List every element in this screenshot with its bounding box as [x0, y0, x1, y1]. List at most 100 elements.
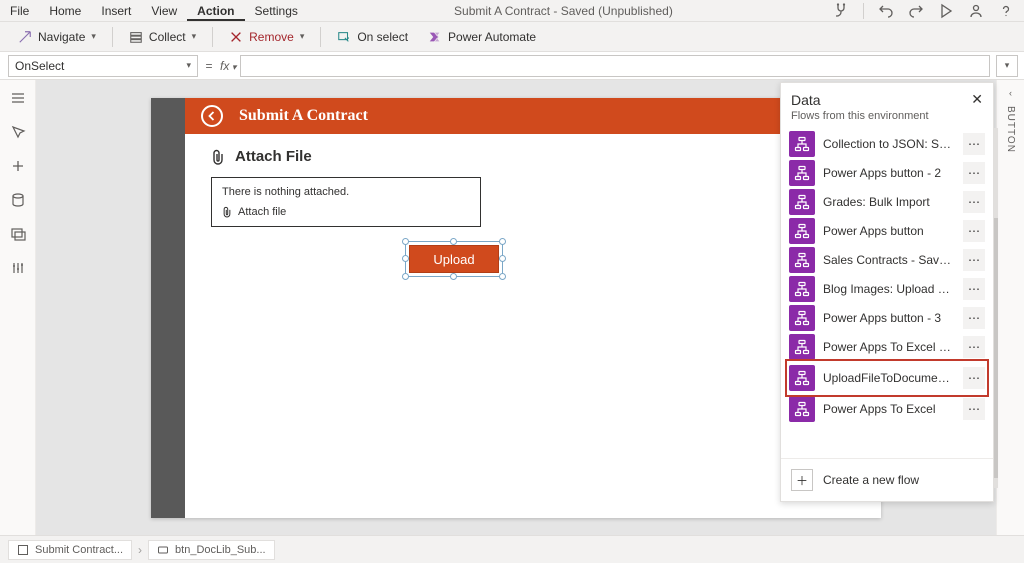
health-icon[interactable] [833, 3, 849, 19]
help-icon[interactable] [998, 3, 1014, 19]
flow-item[interactable]: Blog Images: Upload Ph... ⋯ [789, 276, 985, 302]
chevron-down-icon: ▾ [186, 60, 191, 71]
attach-file-label[interactable]: Attach file [238, 206, 286, 218]
upload-button-label: Upload [433, 252, 474, 267]
flow-more-button[interactable]: ⋯ [963, 249, 985, 271]
attachment-control[interactable]: There is nothing attached. Attach file [211, 177, 481, 227]
flow-icon [789, 131, 815, 157]
flow-icon [789, 334, 815, 360]
flow-item[interactable]: Grades: Bulk Import⋯ [789, 189, 985, 215]
upload-button[interactable]: Upload [409, 245, 499, 273]
menu-tab-file[interactable]: File [0, 1, 39, 21]
flow-item[interactable]: Power Apps button⋯ [789, 218, 985, 244]
separator [212, 27, 213, 47]
flow-icon [789, 305, 815, 331]
screen-breadcrumb[interactable]: Submit Contract... [8, 540, 132, 560]
flow-label: Sales Contracts - Save A ... [823, 253, 955, 267]
chevron-left-icon[interactable]: ‹ [1009, 88, 1012, 98]
flow-item[interactable]: Power Apps button - 3 ⋯ [789, 305, 985, 331]
flow-more-button[interactable]: ⋯ [963, 278, 985, 300]
create-flow-button[interactable]: ＋ Create a new flow [781, 458, 993, 501]
flow-label: Collection to JSON: Send... [823, 137, 955, 151]
close-icon[interactable]: ✕ [971, 91, 983, 108]
breadcrumb-separator: › [138, 543, 142, 557]
flow-item[interactable]: Power Apps To Excel ⋯ [789, 396, 985, 422]
flow-label: UploadFileToDocumentLi... [823, 371, 955, 385]
flow-label: Power Apps button - 3 [823, 311, 955, 325]
menu-tab-action[interactable]: Action [187, 1, 244, 21]
navigate-button[interactable]: Navigate▾ [10, 27, 104, 47]
flow-more-button[interactable]: ⋯ [963, 191, 985, 213]
tree-view-icon[interactable] [10, 90, 26, 106]
flow-list: Collection to JSON: Send...⋯Power Apps b… [781, 128, 993, 458]
property-name: OnSelect [15, 59, 64, 73]
app-canvas[interactable]: Submit A Contract Attach File There is n… [151, 98, 881, 518]
attachment-icon [211, 149, 225, 165]
flow-item[interactable]: Sales Contracts - Save A ... ⋯ [789, 247, 985, 273]
bottom-bar: Submit Contract... › btn_DocLib_Sub... [0, 535, 1024, 563]
onselect-label: On select [357, 30, 408, 44]
flow-more-button[interactable]: ⋯ [963, 220, 985, 242]
media-icon[interactable] [10, 226, 26, 242]
control-breadcrumb[interactable]: btn_DocLib_Sub... [148, 540, 275, 560]
plus-icon: ＋ [791, 469, 813, 491]
flow-label: Power Apps To Excel [823, 402, 955, 416]
attachment-icon [222, 206, 232, 218]
flow-item[interactable]: Power Apps button - 2 ⋯ [789, 160, 985, 186]
flow-more-button[interactable]: ⋯ [963, 336, 985, 358]
back-button[interactable] [201, 105, 223, 127]
menu-bar: FileHomeInsertViewActionSettings Submit … [0, 0, 1024, 22]
power-automate-label: Power Automate [448, 30, 536, 44]
flow-more-button[interactable]: ⋯ [963, 162, 985, 184]
menu-tab-view[interactable]: View [141, 1, 187, 21]
menu-tab-settings[interactable]: Settings [245, 1, 308, 21]
chevron-down-icon: ▾ [192, 31, 197, 42]
onselect-button[interactable]: On select [329, 27, 416, 47]
canvas-side-strip [151, 98, 185, 518]
separator [320, 27, 321, 47]
data-panel-subtitle: Flows from this environment [781, 110, 993, 128]
redo-icon[interactable] [908, 3, 924, 19]
flow-label: Power Apps To Excel XLSX [823, 340, 955, 354]
chevron-down-icon: ▾ [1005, 60, 1010, 71]
data-panel-title: Data [791, 92, 821, 108]
panel-scrollbar[interactable] [994, 128, 998, 488]
undo-icon[interactable] [878, 3, 894, 19]
flow-icon [789, 396, 815, 422]
flow-item[interactable]: Collection to JSON: Send... ⋯ [789, 131, 985, 157]
attachment-empty-text: There is nothing attached. [222, 186, 470, 198]
expand-formula-button[interactable]: ▾ [996, 55, 1018, 77]
share-icon[interactable] [968, 3, 984, 19]
collect-button[interactable]: Collect▾ [121, 27, 204, 47]
property-selector[interactable]: OnSelect ▾ [8, 55, 198, 77]
data-panel: Data ✕ Flows from this environment Colle… [780, 82, 994, 502]
power-automate-button[interactable]: Power Automate [420, 27, 544, 47]
flow-more-button[interactable]: ⋯ [963, 307, 985, 329]
chevron-down-icon: ▾ [91, 31, 96, 42]
play-icon[interactable] [938, 3, 954, 19]
flow-label: Blog Images: Upload Ph... [823, 282, 955, 296]
flow-more-button[interactable]: ⋯ [963, 133, 985, 155]
advanced-tools-icon[interactable] [10, 260, 26, 276]
data-icon[interactable] [10, 192, 26, 208]
flow-icon [789, 189, 815, 215]
formula-input[interactable] [240, 55, 990, 77]
menu-tab-home[interactable]: Home [39, 1, 91, 21]
flow-more-button[interactable]: ⋯ [963, 367, 985, 389]
add-icon[interactable] [10, 158, 26, 174]
flow-label: Power Apps button - 2 [823, 166, 955, 180]
chevron-down-icon: ▾ [229, 62, 236, 72]
flow-item[interactable]: Power Apps To Excel XLSX ⋯ [789, 334, 985, 360]
remove-button[interactable]: Remove▾ [221, 27, 312, 47]
ribbon: Navigate▾ Collect▾ Remove▾ On select Pow… [0, 22, 1024, 52]
app-title: Submit A Contract [239, 107, 368, 125]
flow-item[interactable]: UploadFileToDocumentLi... ⋯ [789, 363, 985, 393]
insert-icon[interactable] [10, 124, 26, 140]
separator [863, 3, 864, 19]
flow-icon [789, 365, 815, 391]
flow-more-button[interactable]: ⋯ [963, 398, 985, 420]
flow-icon [789, 218, 815, 244]
separator [112, 27, 113, 47]
control-name: btn_DocLib_Sub... [175, 544, 266, 556]
menu-tab-insert[interactable]: Insert [91, 1, 141, 21]
